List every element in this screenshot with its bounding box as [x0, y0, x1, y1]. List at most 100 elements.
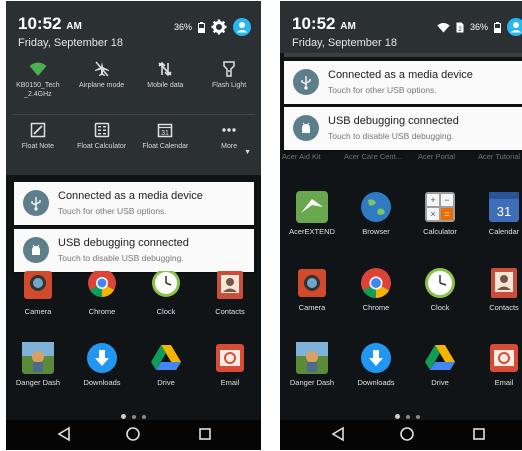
email-icon	[214, 342, 246, 374]
notification-subtitle: Touch to disable USB debugging.	[328, 131, 454, 141]
recents-icon[interactable]	[198, 426, 212, 442]
app-downloads[interactable]: Downloads	[344, 342, 408, 387]
airplane-icon	[94, 61, 109, 77]
clock-icon	[424, 267, 456, 299]
qs-tile-airplane[interactable]: Airplane mode	[70, 59, 134, 99]
svg-text:31: 31	[161, 130, 169, 137]
app-downloads[interactable]: Downloads	[70, 342, 134, 387]
notification-title: Connected as a media device	[328, 69, 473, 81]
page-dot	[121, 414, 126, 420]
email-icon	[488, 342, 520, 374]
app-calendar[interactable]: 31 Calendar	[472, 191, 522, 236]
app-email[interactable]: Email	[198, 342, 261, 387]
user-avatar-icon[interactable]	[507, 18, 522, 36]
page-dot	[142, 414, 146, 419]
recents-icon[interactable]	[472, 426, 486, 442]
svg-text:=: =	[444, 209, 449, 219]
app-camera[interactable]: Camera	[6, 271, 70, 316]
app-label: Email	[220, 378, 240, 387]
app-contacts[interactable]: Contacts	[472, 267, 522, 312]
clock-time: 10:52 AM	[292, 14, 356, 33]
notification-usb-debugging[interactable]: USB debugging connected Touch to disable…	[284, 107, 522, 150]
android-debug-icon	[293, 115, 319, 141]
chrome-icon	[360, 267, 392, 299]
calendar-icon: 31	[158, 123, 173, 138]
more-icon	[222, 128, 236, 132]
date-label: Friday, September 18	[18, 37, 123, 49]
app-label: Clock	[156, 307, 176, 316]
right-phone-screen: 10:52 AM Friday, September 18 2 36% Conn…	[280, 1, 522, 450]
danger-dash-icon	[22, 342, 54, 374]
app-camera[interactable]: Camera	[280, 267, 344, 312]
app-label: Drive	[157, 378, 175, 387]
app-label: Camera	[298, 303, 326, 312]
notification-media-device[interactable]: Connected as a media device Touch for ot…	[14, 182, 254, 225]
qs-tile-float-calendar[interactable]: 31 Float Calendar	[134, 120, 198, 151]
notification-usb-debugging[interactable]: USB debugging connected Touch to disable…	[14, 229, 254, 272]
qs-label: Airplane mode	[79, 82, 125, 89]
navigation-bar	[280, 420, 522, 450]
home-icon[interactable]	[125, 426, 141, 442]
qs-label: Flash Light	[212, 82, 247, 89]
contacts-icon	[488, 267, 520, 299]
status-header: 10:52 AM Friday, September 18 2 36%	[280, 1, 522, 53]
battery-percent: 36%	[173, 22, 192, 32]
notification-title: USB debugging connected	[328, 115, 459, 127]
clock-icon	[150, 269, 182, 303]
drive-icon	[424, 342, 456, 374]
notification-subtitle: Touch for other USB options.	[328, 85, 437, 95]
app-clock[interactable]: Clock	[134, 269, 198, 316]
app-danger-dash[interactable]: Danger Dash	[6, 342, 70, 387]
app-label: Calendar	[488, 227, 520, 236]
qs-divider	[12, 114, 255, 115]
qs-tile-float-calculator[interactable]: Float Calculator	[70, 120, 134, 151]
qs-label: Float Calendar	[142, 143, 189, 150]
app-label: Downloads	[83, 378, 121, 387]
app-label: Danger Dash	[289, 378, 335, 387]
drive-icon	[150, 342, 182, 374]
app-chrome[interactable]: Chrome	[70, 269, 134, 316]
qs-label: Float Note	[21, 143, 55, 150]
battery-percent: 36%	[469, 22, 488, 32]
android-debug-icon	[23, 237, 49, 263]
app-danger-dash[interactable]: Danger Dash	[280, 342, 344, 387]
qs-tile-float-note[interactable]: Float Note	[6, 120, 70, 151]
app-label: Danger Dash	[15, 378, 61, 387]
notification-media-device[interactable]: Connected as a media device Touch for ot…	[284, 61, 522, 104]
navigation-bar	[6, 420, 261, 450]
app-drive[interactable]: Drive	[408, 342, 472, 387]
left-phone-screen: 10:52 AM Friday, September 18 36% KB0150…	[6, 1, 261, 450]
app-chrome[interactable]: Chrome	[344, 267, 408, 312]
battery-icon	[198, 21, 205, 33]
app-label: Calculator	[423, 227, 457, 236]
back-icon[interactable]	[331, 426, 345, 442]
danger-dash-icon	[296, 342, 328, 374]
qs-label: More	[221, 143, 238, 150]
app-contacts[interactable]: Contacts	[198, 271, 261, 316]
user-avatar-icon[interactable]	[233, 18, 251, 36]
svg-text:+: +	[430, 195, 435, 205]
status-right: 36%	[174, 18, 251, 36]
app-email[interactable]: Email	[472, 342, 522, 387]
app-label: Contacts	[215, 307, 245, 316]
calculator-icon	[94, 122, 109, 138]
globe-icon	[360, 191, 392, 223]
qs-tile-flashlight[interactable]: Flash Light	[197, 59, 261, 99]
app-calculator[interactable]: + − × = Calculator	[408, 191, 472, 236]
qs-tile-mobile-data[interactable]: Mobile data	[134, 59, 198, 99]
page-dot	[416, 414, 420, 419]
app-browser[interactable]: Browser	[344, 191, 408, 236]
app-acerextend[interactable]: AcerEXTEND	[280, 191, 344, 236]
app-drive[interactable]: Drive	[134, 342, 198, 387]
contacts-icon	[214, 271, 246, 303]
app-label: Chrome	[362, 303, 390, 312]
back-icon[interactable]	[57, 426, 71, 442]
app-label: Email	[494, 378, 514, 387]
qs-tile-more[interactable]: More ▼	[197, 120, 261, 156]
app-clock[interactable]: Clock	[408, 267, 472, 312]
qs-tile-wifi[interactable]: KB0150_Tech _2.4GHz	[6, 59, 70, 99]
home-icon[interactable]	[399, 426, 415, 442]
acerextend-icon	[296, 191, 328, 223]
battery-icon	[494, 21, 501, 33]
gear-icon[interactable]	[211, 19, 227, 35]
